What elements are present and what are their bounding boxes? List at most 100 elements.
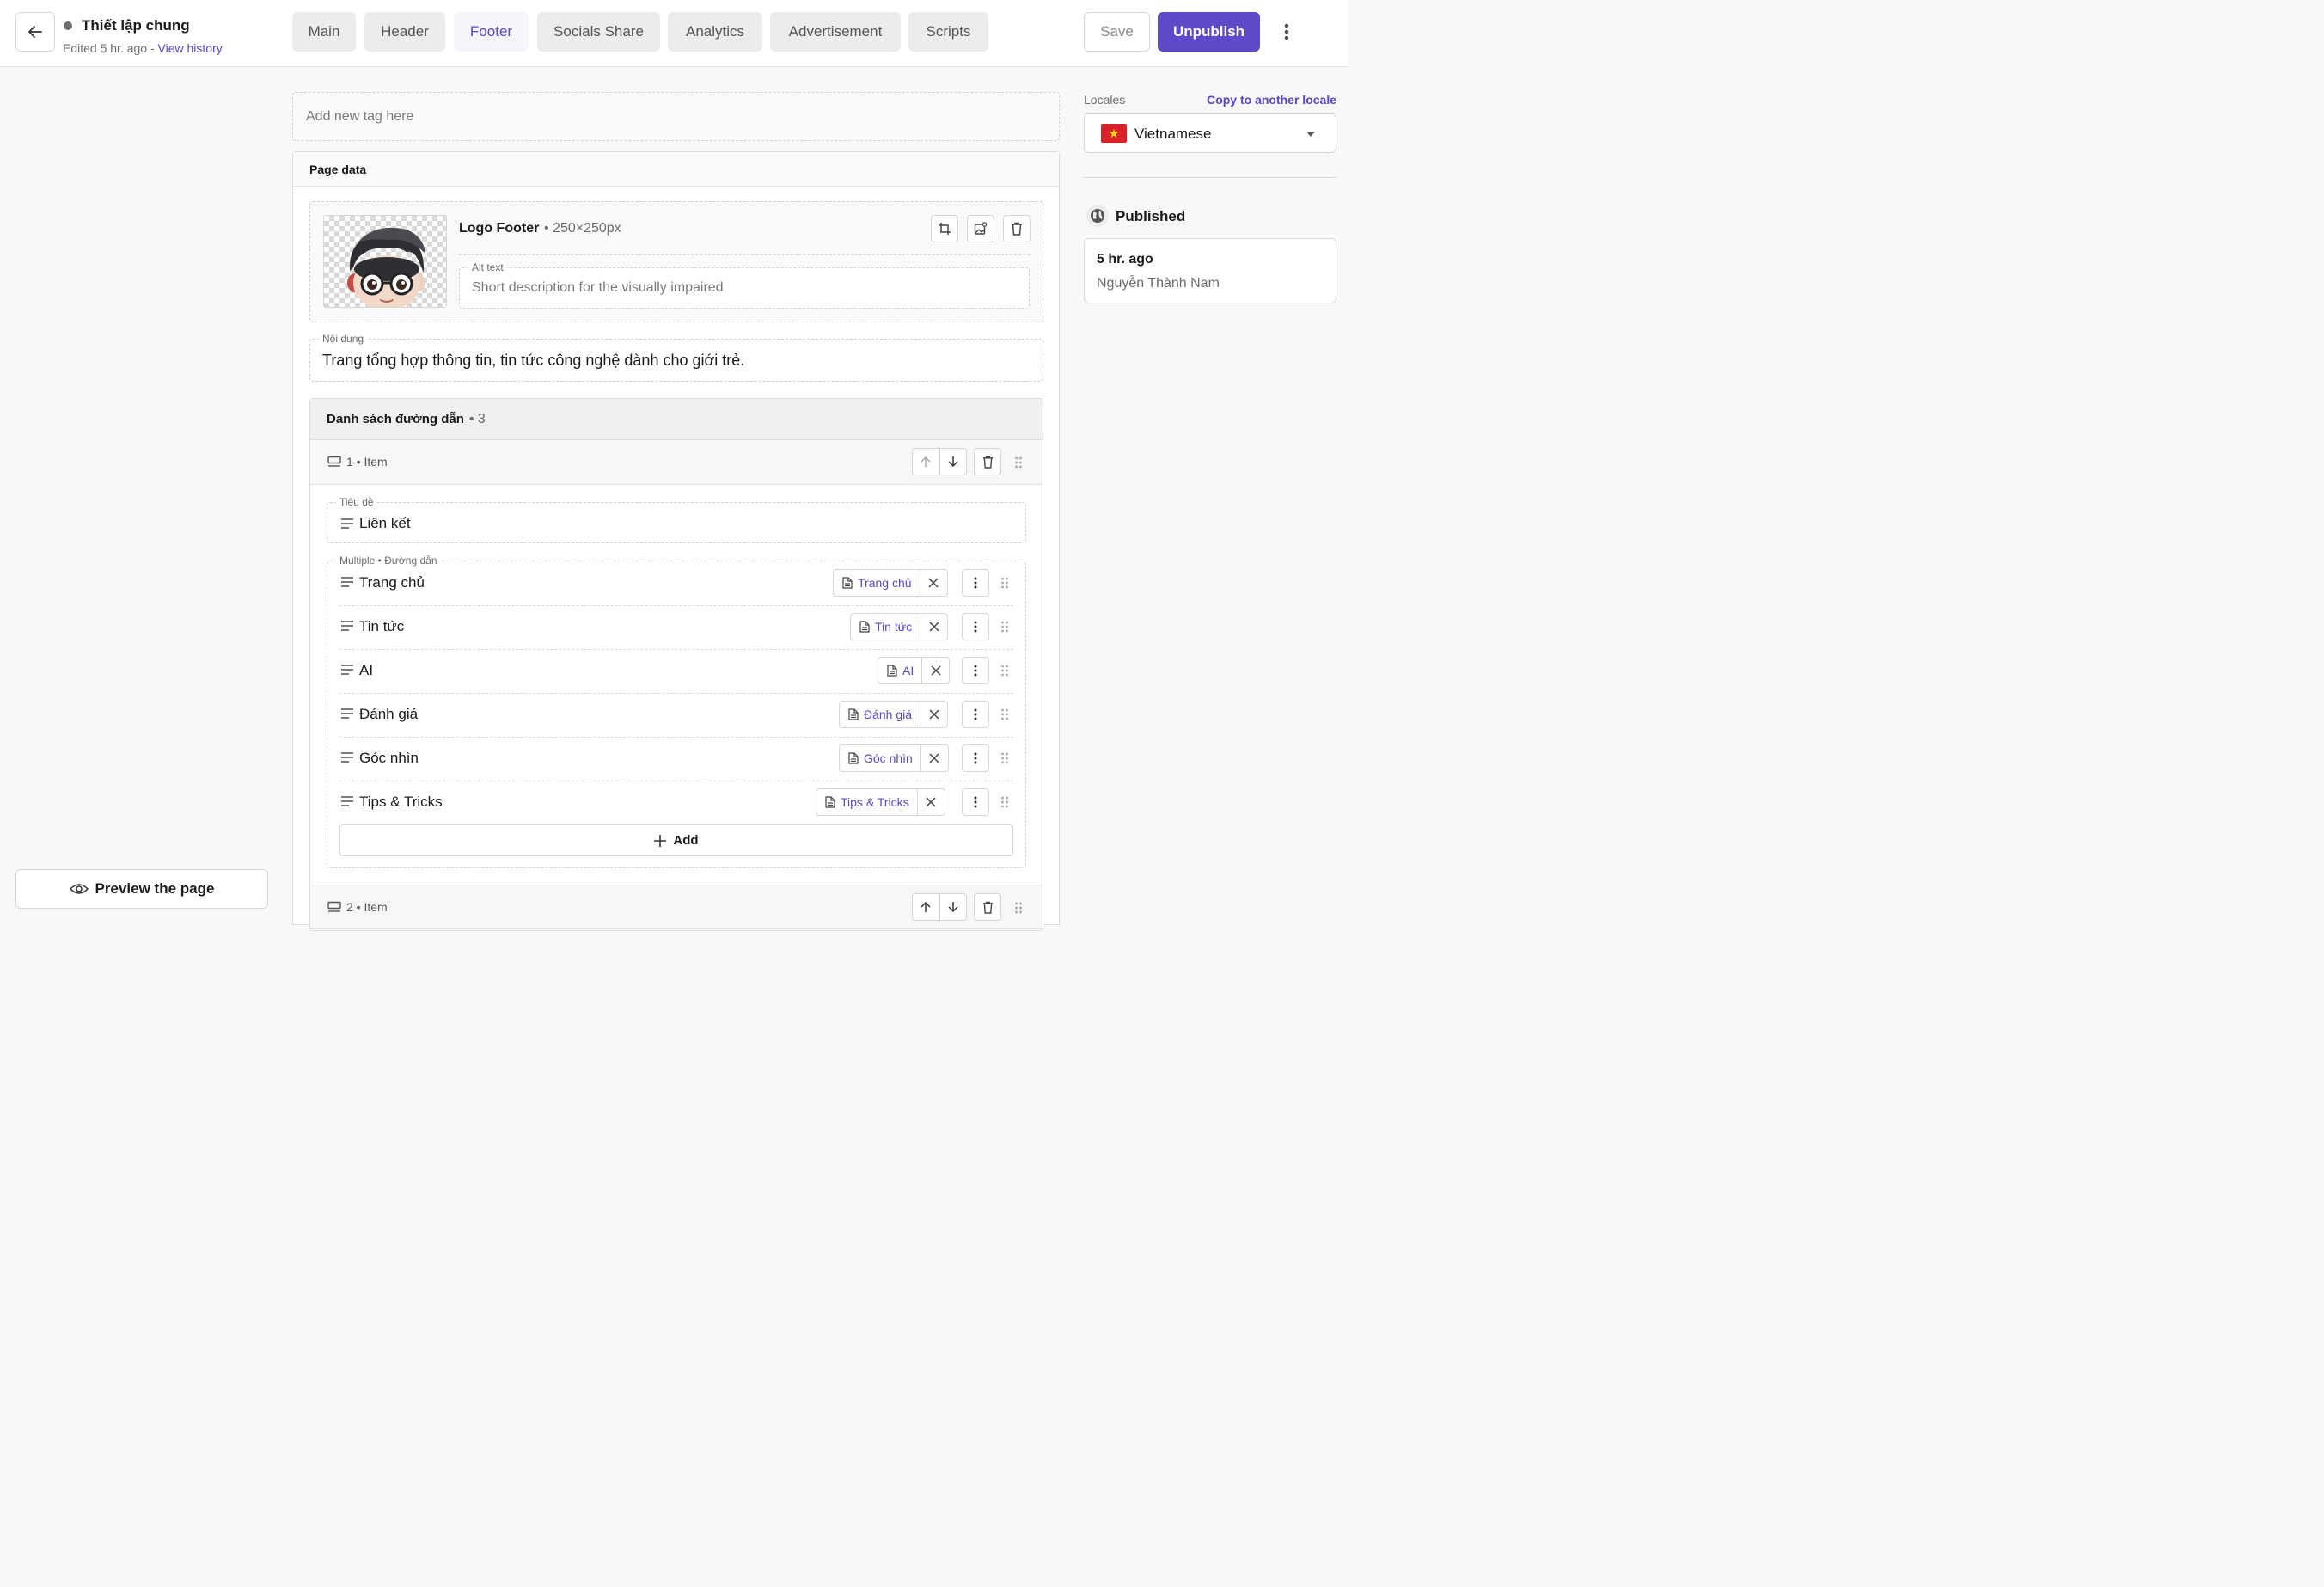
remove-link-button[interactable] [921, 658, 949, 683]
save-button[interactable]: Save [1084, 12, 1150, 52]
link-chip-label[interactable]: Góc nhìn [864, 751, 913, 765]
delete-item-button[interactable] [974, 893, 1001, 921]
crop-icon [939, 223, 951, 235]
link-chip-label[interactable]: Tin tức [875, 620, 912, 634]
drag-handle[interactable] [1000, 795, 1010, 809]
drag-handle[interactable] [1000, 620, 1010, 634]
remove-link-button[interactable] [920, 745, 948, 771]
link-chip[interactable]: Trang chủ [833, 569, 948, 597]
kebab-icon [974, 752, 977, 764]
grip-icon [1001, 752, 1008, 764]
link-text[interactable]: Tips & Tricks [359, 794, 443, 811]
links-list-count: • 3 [468, 411, 486, 426]
link-menu-button[interactable] [962, 613, 989, 640]
link-menu-button[interactable] [962, 569, 989, 597]
unpublish-button[interactable]: Unpublish [1158, 12, 1260, 52]
logo-size: • 250×250px [544, 221, 621, 236]
list-item[interactable]: Trang chủ Trang chủ [339, 562, 1013, 606]
avatar-image [347, 227, 425, 307]
drag-handle[interactable] [1000, 576, 1010, 590]
published-time: 5 hr. ago [1097, 252, 1153, 267]
link-text[interactable]: Góc nhìn [359, 750, 419, 767]
link-chip[interactable]: Đánh giá [839, 701, 949, 728]
content-label: Nội dung [319, 333, 368, 345]
drag-handle[interactable] [1013, 901, 1024, 915]
globe-icon [1086, 205, 1109, 227]
tab-advertisement[interactable]: Advertisement [770, 12, 901, 52]
replace-image-button[interactable] [967, 215, 994, 242]
list-item[interactable]: Tin tức Tin tức [339, 606, 1013, 650]
link-chip[interactable]: AI [878, 657, 951, 684]
title-value[interactable]: Liên kết [359, 515, 411, 532]
more-options-button[interactable] [1274, 19, 1300, 45]
move-up-button[interactable] [913, 449, 939, 475]
link-text[interactable]: Đánh giá [359, 706, 418, 723]
link-menu-button[interactable] [962, 788, 989, 816]
link-text[interactable]: Trang chủ [359, 574, 425, 591]
published-card: 5 hr. ago Nguyễn Thành Nam [1084, 238, 1336, 303]
link-menu-button[interactable] [962, 744, 989, 772]
link-menu-button[interactable] [962, 657, 989, 684]
copy-locale-link[interactable]: Copy to another locale [1207, 93, 1336, 107]
drag-handle[interactable] [1000, 664, 1010, 677]
title-field[interactable]: Tiêu đề Liên kết [327, 496, 1026, 543]
close-icon [929, 709, 939, 720]
tab-socials-share[interactable]: Socials Share [537, 12, 660, 52]
remove-link-button[interactable] [916, 789, 945, 815]
alt-text-field[interactable]: Alt text Short description for the visua… [459, 261, 1030, 309]
top-bar: Thiết lập chung Edited 5 hr. ago - View … [0, 0, 1348, 67]
view-history-link[interactable]: View history [158, 41, 223, 55]
content-value[interactable]: Trang tổng hợp thông tin, tin tức công n… [322, 352, 744, 370]
delete-image-button[interactable] [1003, 215, 1031, 242]
tab-header[interactable]: Header [364, 12, 445, 52]
move-down-button[interactable] [939, 449, 967, 475]
list-item[interactable]: AI AI [339, 650, 1013, 694]
add-link-button[interactable]: Add [339, 824, 1013, 856]
link-chip-label[interactable]: Tips & Tricks [841, 795, 909, 809]
remove-link-button[interactable] [920, 614, 947, 640]
link-menu-button[interactable] [962, 701, 989, 728]
remove-link-button[interactable] [920, 702, 947, 727]
link-text[interactable]: AI [359, 662, 373, 679]
edited-info: Edited 5 hr. ago - View history [63, 41, 223, 55]
logo-thumbnail[interactable] [323, 215, 447, 308]
link-chip[interactable]: Góc nhìn [839, 744, 949, 772]
tab-footer[interactable]: Footer [454, 12, 529, 52]
link-text[interactable]: Tin tức [359, 618, 404, 635]
tag-input[interactable]: Add new tag here [292, 92, 1060, 141]
move-up-button[interactable] [913, 894, 939, 920]
trash-icon [982, 456, 993, 469]
drag-handle[interactable] [1000, 751, 1010, 765]
published-label: Published [1116, 208, 1186, 224]
list-item[interactable]: Tips & Tricks Tips & Tricks [339, 781, 1013, 825]
crop-button[interactable] [931, 215, 958, 242]
locales-label: Locales [1084, 93, 1126, 107]
list-item[interactable]: Đánh giá Đánh giá [339, 694, 1013, 738]
alt-text-input[interactable]: Short description for the visually impai… [472, 280, 724, 296]
link-chip-label[interactable]: AI [902, 664, 914, 677]
remove-link-button[interactable] [919, 570, 947, 596]
link-chip-label[interactable]: Đánh giá [864, 708, 912, 721]
eye-icon [69, 884, 89, 894]
delete-item-button[interactable] [974, 448, 1001, 475]
tab-analytics[interactable]: Analytics [668, 12, 762, 52]
back-button[interactable] [15, 12, 55, 52]
link-chip[interactable]: Tin tức [850, 613, 949, 640]
drag-handle[interactable] [1013, 456, 1024, 469]
status-dot [64, 21, 72, 30]
add-label: Add [673, 833, 699, 848]
link-chip[interactable]: Tips & Tricks [816, 788, 945, 816]
links-list-title: Danh sách đường dẫn [327, 412, 464, 426]
drag-handle[interactable] [1000, 708, 1010, 721]
tab-scripts[interactable]: Scripts [908, 12, 988, 52]
locale-select[interactable]: ★ Vietnamese [1084, 113, 1336, 153]
preview-page-button[interactable]: Preview the page [15, 869, 268, 909]
divider [459, 254, 1030, 255]
link-chip-label[interactable]: Trang chủ [858, 576, 912, 590]
kebab-icon [1284, 23, 1289, 40]
arrow-left-icon [28, 26, 42, 38]
content-field[interactable]: Nội dung Trang tổng hợp thông tin, tin t… [309, 333, 1043, 382]
tab-main[interactable]: Main [292, 12, 356, 52]
list-item[interactable]: Góc nhìn Góc nhìn [339, 738, 1013, 781]
move-down-button[interactable] [939, 894, 967, 920]
